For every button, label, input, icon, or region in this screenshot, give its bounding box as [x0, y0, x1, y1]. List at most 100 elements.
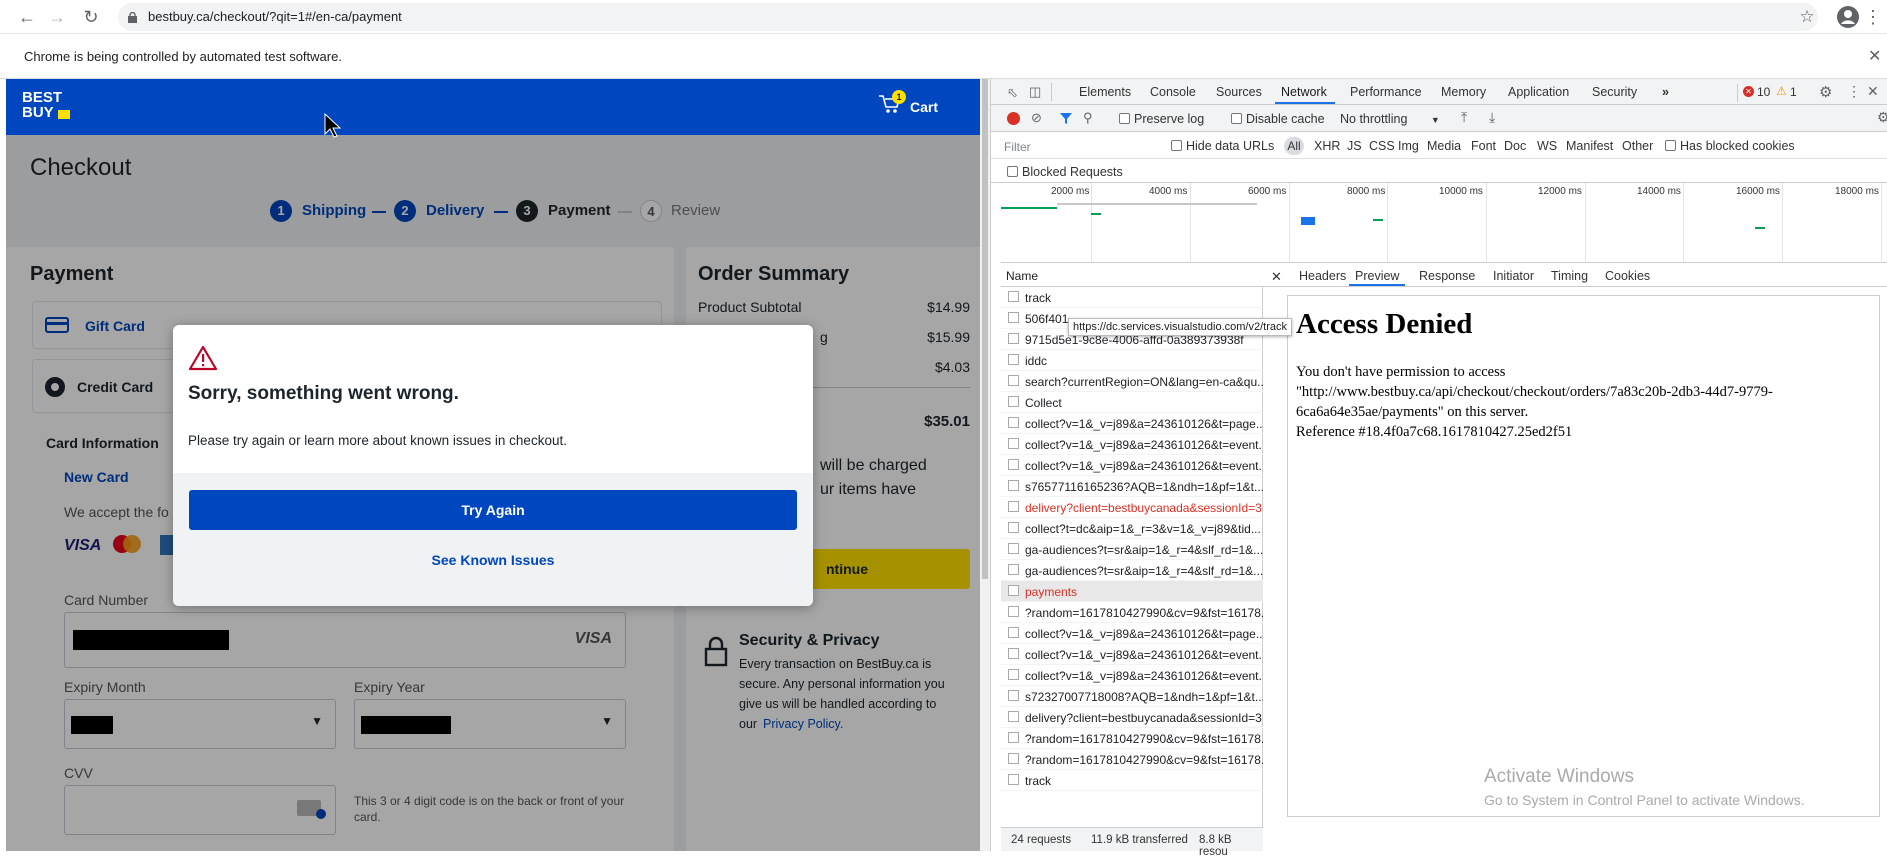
request-row[interactable]: delivery?client=bestbuycanada&sessionId=…	[1001, 497, 1263, 518]
grid-line	[1782, 183, 1783, 263]
request-row[interactable]: track	[1001, 770, 1263, 791]
request-row[interactable]: collect?v=1&_v=j89&a=243610126&t=event..…	[1001, 665, 1263, 686]
throttling-select[interactable]: No throttling ▼	[1340, 112, 1440, 126]
grid-line	[1289, 183, 1290, 263]
tab-sources[interactable]: Sources	[1216, 85, 1262, 99]
type-filter-media[interactable]: Media	[1427, 139, 1461, 153]
preserve-log-checkbox[interactable]: Preserve log	[1119, 112, 1204, 126]
network-overview-timeline[interactable]: 2000 ms 4000 ms 6000 ms 8000 ms 10000 ms…	[1001, 183, 1887, 263]
checkbox[interactable]	[1119, 113, 1130, 124]
more-tabs-icon[interactable]: »	[1662, 85, 1669, 99]
type-filter-js[interactable]: JS	[1347, 139, 1362, 153]
request-row[interactable]: payments	[1001, 581, 1263, 602]
tab-preview[interactable]: Preview	[1355, 269, 1399, 283]
cart-count-badge: 1	[892, 90, 906, 104]
warning-count[interactable]: 1	[1790, 85, 1797, 99]
type-filter-doc[interactable]: Doc	[1504, 139, 1526, 153]
tab-initiator[interactable]: Initiator	[1493, 269, 1534, 283]
request-name: track	[1025, 774, 1052, 788]
type-filter-other[interactable]: Other	[1622, 139, 1653, 153]
tab-timing[interactable]: Timing	[1551, 269, 1588, 283]
request-name: collect?v=1&_v=j89&a=243610126&t=event..…	[1025, 438, 1263, 452]
request-row[interactable]: collect?v=1&_v=j89&a=243610126&t=event..…	[1001, 455, 1263, 476]
error-count[interactable]: 10	[1757, 85, 1770, 99]
request-row[interactable]: s72327007718008?AQB=1&ndh=1&pf=1&t...	[1001, 686, 1263, 707]
request-row[interactable]: Collect	[1001, 392, 1263, 413]
close-icon[interactable]: ✕	[1867, 83, 1879, 100]
tab-cookies[interactable]: Cookies	[1605, 269, 1650, 283]
type-filter-all[interactable]: All	[1284, 137, 1304, 155]
request-row[interactable]: collect?v=1&_v=j89&a=243610126&t=page...	[1001, 623, 1263, 644]
export-har-icon[interactable]: ⤓	[1489, 109, 1495, 126]
inspect-icon[interactable]: ⬁	[1007, 85, 1018, 101]
settings-gear-icon[interactable]: ⚙	[1877, 109, 1887, 126]
request-row[interactable]: ga-audiences?t=sr&aip=1&_r=4&slf_rd=1&..…	[1001, 539, 1263, 560]
hide-data-urls-checkbox[interactable]: Hide data URLs	[1171, 139, 1274, 153]
see-known-issues-link[interactable]: See Known Issues	[189, 545, 797, 575]
tab-application[interactable]: Application	[1508, 85, 1569, 99]
request-row[interactable]: delivery?client=bestbuycanada&sessionId=…	[1001, 707, 1263, 728]
request-row[interactable]: collect?v=1&_v=j89&a=243610126&t=page...	[1001, 413, 1263, 434]
back-icon[interactable]: ←	[14, 4, 40, 30]
tab-headers[interactable]: Headers	[1299, 269, 1346, 283]
forward-icon[interactable]: →	[44, 4, 70, 30]
request-row[interactable]: collect?v=1&_v=j89&a=243610126&t=event..…	[1001, 434, 1263, 455]
request-row[interactable]: collect?v=1&_v=j89&a=243610126&t=event..…	[1001, 644, 1263, 665]
request-row[interactable]: search?currentRegion=ON&lang=en-ca&qu...	[1001, 371, 1263, 392]
filter-icon[interactable]	[1059, 111, 1073, 125]
warning-icon: ⚠	[1776, 84, 1787, 98]
request-type-icon	[1008, 417, 1019, 428]
device-toolbar-icon[interactable]: ◫	[1029, 84, 1041, 100]
request-row[interactable]: ?random=1617810427990&cv=9&fst=16178...	[1001, 602, 1263, 623]
tab-response[interactable]: Response	[1419, 269, 1475, 283]
request-row[interactable]: ?random=1617810427990&cv=9&fst=16178...	[1001, 728, 1263, 749]
type-filter-xhr[interactable]: XHR	[1314, 139, 1340, 153]
tab-performance[interactable]: Performance	[1350, 85, 1422, 99]
checkbox[interactable]	[1665, 140, 1676, 151]
profile-avatar-icon[interactable]	[1836, 5, 1860, 29]
try-again-button[interactable]: Try Again	[189, 490, 797, 530]
disable-cache-label: Disable cache	[1246, 112, 1325, 126]
settings-gear-icon[interactable]: ⚙	[1819, 83, 1832, 101]
type-filter-manifest[interactable]: Manifest	[1566, 139, 1613, 153]
name-column-header[interactable]: Name	[1001, 263, 1263, 287]
request-row[interactable]: ga-audiences?t=sr&aip=1&_r=4&slf_rd=1&..…	[1001, 560, 1263, 581]
checkbox[interactable]	[1171, 140, 1182, 151]
tab-memory[interactable]: Memory	[1441, 85, 1486, 99]
star-icon[interactable]: ☆	[1794, 4, 1820, 30]
tab-security[interactable]: Security	[1592, 85, 1637, 99]
record-icon[interactable]	[1007, 112, 1020, 125]
request-type-icon	[1008, 753, 1019, 764]
more-options-icon[interactable]: ⋮	[1847, 83, 1861, 100]
import-har-icon[interactable]: ⤒	[1461, 109, 1467, 126]
request-row[interactable]: collect?t=dc&aip=1&_r=3&v=1&_v=j89&tid..…	[1001, 518, 1263, 539]
request-row[interactable]: ?random=1617810427990&cv=9&fst=16178...	[1001, 749, 1263, 770]
bestbuy-logo[interactable]: BEST BUY	[20, 89, 72, 123]
type-filter-font[interactable]: Font	[1471, 139, 1496, 153]
scrollbar-thumb[interactable]	[982, 79, 988, 579]
checkbox[interactable]	[1231, 113, 1242, 124]
cart-label[interactable]: Cart	[910, 99, 938, 115]
close-icon[interactable]: ✕	[1868, 46, 1881, 66]
blocked-requests-checkbox[interactable]: Blocked Requests	[1007, 165, 1123, 179]
tab-console[interactable]: Console	[1150, 85, 1196, 99]
request-row[interactable]: iddc	[1001, 350, 1263, 371]
menu-icon[interactable]: ⋮	[1860, 4, 1886, 30]
filter-input[interactable]: Filter	[999, 136, 1159, 155]
disable-cache-checkbox[interactable]: Disable cache	[1231, 112, 1325, 126]
tab-network[interactable]: Network	[1281, 85, 1327, 99]
tab-elements[interactable]: Elements	[1079, 85, 1131, 99]
reload-icon[interactable]: ↻	[78, 4, 104, 30]
request-row[interactable]: s76577116165236?AQB=1&ndh=1&pf=1&t...	[1001, 476, 1263, 497]
detail-tabbar: ✕ Headers Preview Response Initiator Tim…	[1263, 263, 1887, 287]
page-scrollbar[interactable]	[980, 79, 990, 851]
close-icon[interactable]: ✕	[1271, 269, 1282, 285]
type-filter-ws[interactable]: WS	[1537, 139, 1557, 153]
checkbox[interactable]	[1007, 166, 1018, 177]
has-blocked-cookies-checkbox[interactable]: Has blocked cookies	[1665, 139, 1795, 153]
search-icon[interactable]: ⚲	[1083, 110, 1093, 126]
type-filter-css[interactable]: CSS	[1369, 139, 1395, 153]
clear-icon[interactable]: ⊘	[1031, 110, 1042, 126]
type-filter-img[interactable]: Img	[1398, 139, 1419, 153]
request-row[interactable]: track	[1001, 287, 1263, 308]
